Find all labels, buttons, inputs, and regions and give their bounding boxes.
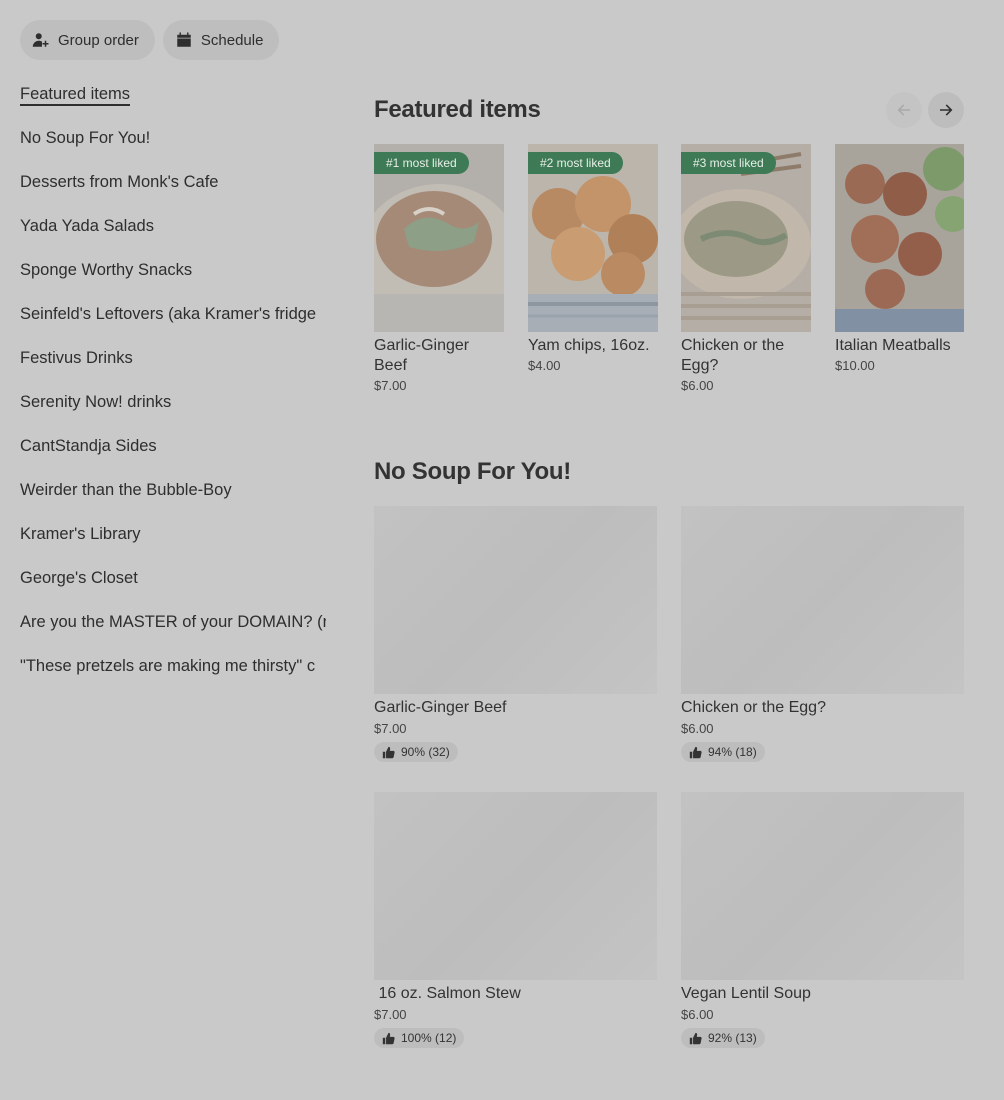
sidebar-item-pretzels[interactable]: "These pretzels are making me thirsty" c [20,652,326,696]
sidebar-item-master-domain[interactable]: Are you the MASTER of your DOMAIN? (r [20,608,326,652]
menu-item-image [374,506,657,694]
sidebar-item-serenity-drinks[interactable]: Serenity Now! drinks [20,388,326,432]
rating-badge: 94% (18) [681,742,765,762]
arrow-right-icon [940,104,953,116]
menu-item-card[interactable]: Garlic-Ginger Beef $7.00 90% (32) [374,506,657,764]
sidebar-item-leftovers[interactable]: Seinfeld's Leftovers (aka Kramer's fridg… [20,300,326,344]
most-liked-badge: #1 most liked [374,152,469,174]
featured-item-image [835,144,964,332]
schedule-label: Schedule [200,31,264,49]
menu-item-name: Chicken or the Egg? [681,699,826,716]
featured-item-price: $10.00 [835,358,875,373]
sidebar-item-label: "These pretzels are making me thirsty" c [20,657,316,675]
sidebar-item-label: Featured items [20,85,131,106]
featured-card[interactable]: #1 most liked Garlic-Ginger Beef $7.00 [374,144,504,393]
menu-item-name: 16 oz. Salmon Stew [374,985,521,1002]
menu-item-card[interactable]: Vegan Lentil Soup $6.00 92% (13) [681,792,964,1050]
rating-badge: 100% (12) [374,1028,465,1048]
sidebar-item-label: Are you the MASTER of your DOMAIN? (r [20,613,326,631]
rating-text: 92% (13) [708,1031,757,1045]
menu-item-price: $7.00 [374,1007,407,1022]
sidebar-item-label: Seinfeld's Leftovers (aka Kramer's fridg… [20,305,317,323]
sidebar-item-festivus-drinks[interactable]: Festivus Drinks [20,344,326,388]
carousel-controls [886,92,964,128]
featured-carousel: #1 most liked Garlic-Ginger Beef $7.00 #… [374,144,964,404]
featured-item-image: #1 most liked [374,144,504,332]
menu-item-card[interactable]: 16 oz. Salmon Stew $7.00 100% (12) [374,792,657,1050]
sidebar-item-label: No Soup For You! [20,129,151,147]
group-order-label: Group order [58,31,139,49]
top-actions: Group order Schedule [20,20,280,60]
sidebar-item-bubble-boy[interactable]: Weirder than the Bubble-Boy [20,476,326,520]
featured-item-name: Chicken or the Egg? [681,337,785,374]
menu-item-name: Vegan Lentil Soup [681,985,811,1002]
no-soup-section-title: No Soup For You! [374,458,571,485]
rating-badge: 90% (32) [374,742,458,762]
menu-item-name: Garlic-Ginger Beef [374,699,507,716]
thumbs-up-icon [689,1032,702,1044]
sidebar-item-label: George's Closet [20,569,138,587]
most-liked-badge: #3 most liked [681,152,776,174]
featured-item-image: #3 most liked [681,144,811,332]
sidebar-item-label: CantStandja Sides [20,437,157,455]
calendar-icon [177,32,191,47]
sidebar-item-snacks[interactable]: Sponge Worthy Snacks [20,256,326,300]
most-liked-badge: #2 most liked [528,152,623,174]
rating-badge: 92% (13) [681,1028,765,1048]
featured-item-price: $7.00 [374,378,407,393]
carousel-next-button[interactable] [928,92,964,128]
add-person-icon [32,33,49,47]
sidebar-item-library[interactable]: Kramer's Library [20,520,326,564]
menu-item-image [374,792,657,980]
carousel-prev-button[interactable] [886,92,922,128]
sidebar-item-label: Sponge Worthy Snacks [20,261,193,279]
sidebar-item-label: Kramer's Library [20,525,141,543]
thumbs-up-icon [382,746,395,758]
menu-item-image [681,792,964,980]
menu-item-card[interactable]: Chicken or the Egg? $6.00 94% (18) [681,506,964,764]
menu-item-price: $6.00 [681,1007,714,1022]
menu-item-price: $7.00 [374,721,407,736]
schedule-button[interactable]: Schedule [162,20,280,60]
featured-item-name: Yam chips, 16oz. [528,337,650,354]
featured-card[interactable]: Italian Meatballs $10.00 [835,144,964,373]
featured-card[interactable]: #2 most liked Yam chips, 16oz. $4.00 [528,144,658,373]
sidebar-item-sides[interactable]: CantStandja Sides [20,432,326,476]
rating-text: 90% (32) [401,745,450,759]
sidebar-item-label: Festivus Drinks [20,349,133,367]
sidebar-item-featured[interactable]: Featured items [20,80,326,124]
sidebar-item-salads[interactable]: Yada Yada Salads [20,212,326,256]
sidebar-item-label: Weirder than the Bubble-Boy [20,481,232,499]
sidebar-item-no-soup[interactable]: No Soup For You! [20,124,326,168]
featured-item-image: #2 most liked [528,144,658,332]
group-order-button[interactable]: Group order [20,20,155,60]
rating-text: 94% (18) [708,745,757,759]
sidebar-item-label: Yada Yada Salads [20,217,154,235]
featured-item-name: Garlic-Ginger Beef [374,337,470,374]
sidebar-item-desserts[interactable]: Desserts from Monk's Cafe [20,168,326,212]
menu-item-image [681,506,964,694]
rating-text: 100% (12) [401,1031,457,1045]
featured-title: Featured items [374,96,541,123]
sidebar-item-label: Desserts from Monk's Cafe [20,173,219,191]
featured-item-price: $6.00 [681,378,714,393]
sidebar-item-label: Serenity Now! drinks [20,393,172,411]
featured-item-price: $4.00 [528,358,561,373]
thumbs-up-icon [382,1032,395,1044]
featured-item-name: Italian Meatballs [835,337,951,354]
thumbs-up-icon [689,746,702,758]
arrow-left-icon [897,104,910,116]
category-sidebar: Featured items No Soup For You! Desserts… [20,80,326,696]
sidebar-item-closet[interactable]: George's Closet [20,564,326,608]
featured-card[interactable]: #3 most liked Chicken or the Egg? $6.00 [681,144,811,393]
menu-item-price: $6.00 [681,721,714,736]
